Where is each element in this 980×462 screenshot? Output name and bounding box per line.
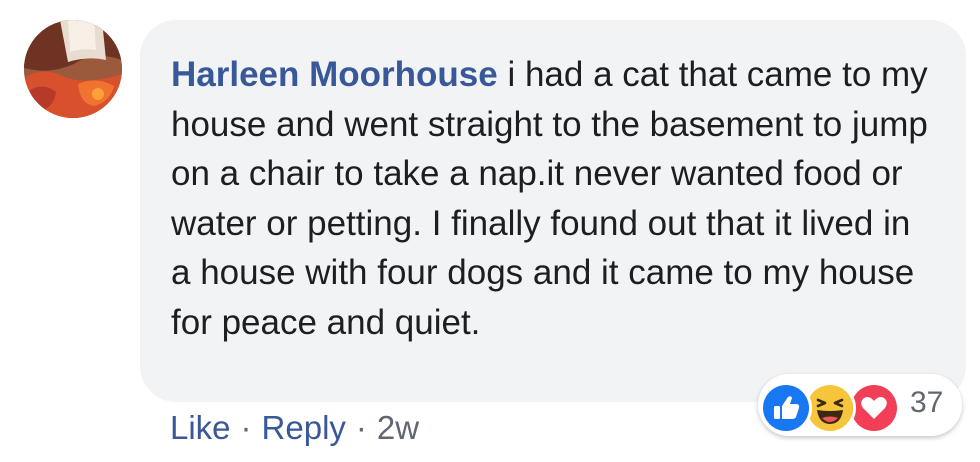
comment-body: Harleen Moorhouse i had a cat that came … bbox=[171, 50, 938, 347]
reaction-count: 37 bbox=[910, 386, 944, 419]
like-icon bbox=[760, 382, 812, 434]
comment-actions: Like · Reply · 2w bbox=[170, 404, 419, 452]
action-separator: · bbox=[240, 409, 252, 446]
avatar-image bbox=[24, 20, 122, 118]
action-separator: · bbox=[355, 409, 367, 446]
avatar[interactable] bbox=[24, 20, 122, 118]
reply-button[interactable]: Reply bbox=[262, 409, 346, 447]
comment-text: i had a cat that came to my house and we… bbox=[171, 55, 928, 342]
reactions-summary[interactable]: 37 bbox=[758, 374, 962, 436]
comment-bubble: Harleen Moorhouse i had a cat that came … bbox=[140, 20, 966, 402]
author-name-link[interactable]: Harleen Moorhouse bbox=[171, 55, 498, 94]
comment-timestamp[interactable]: 2w bbox=[377, 409, 419, 447]
like-button[interactable]: Like bbox=[170, 409, 231, 447]
comment-thread: Harleen Moorhouse i had a cat that came … bbox=[0, 0, 980, 462]
